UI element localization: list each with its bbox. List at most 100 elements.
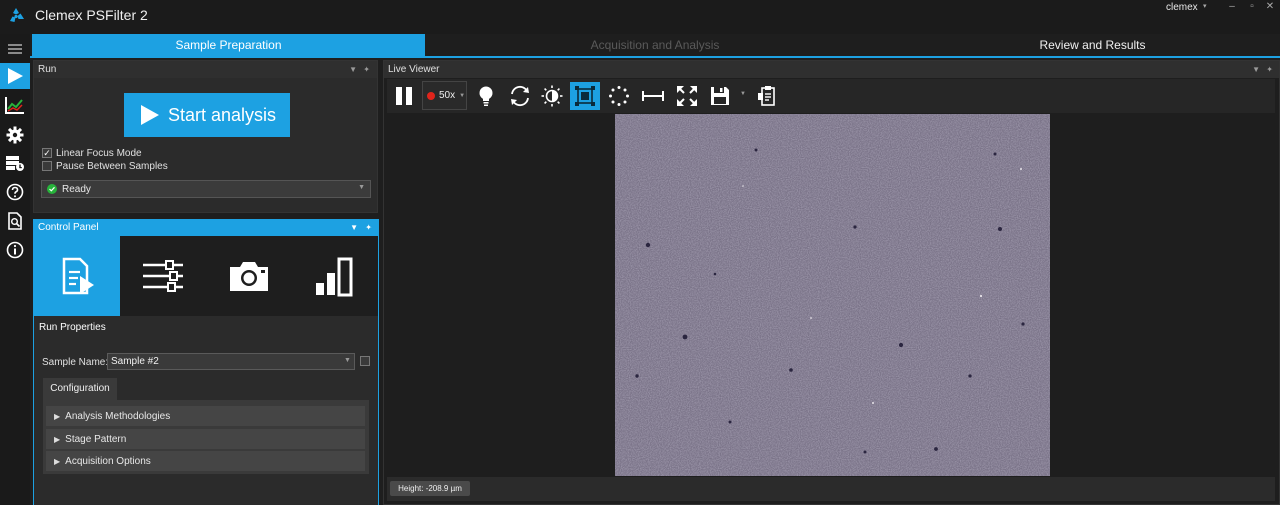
panel-dropdown-icon[interactable]: ▼ bbox=[350, 220, 358, 236]
rail-item-report[interactable] bbox=[0, 208, 30, 234]
title-bar: Clemex PSFilter 2 clemex ▾ – ▫ ✕ bbox=[0, 0, 1280, 34]
clipboard-button[interactable] bbox=[753, 82, 783, 110]
workflow-tabs: Sample Preparation Acquisition and Analy… bbox=[30, 34, 1280, 58]
fullscreen-icon bbox=[677, 86, 697, 106]
control-panel-title: Control Panel bbox=[38, 222, 99, 233]
save-icon bbox=[711, 87, 729, 105]
control-panel-icon-bar bbox=[34, 236, 378, 316]
tab-acquisition-and-analysis: Acquisition and Analysis bbox=[590, 38, 720, 52]
database-icon bbox=[6, 156, 24, 171]
refresh-button[interactable] bbox=[505, 82, 535, 110]
start-analysis-button[interactable]: Start analysis bbox=[124, 93, 290, 137]
rail-item-help[interactable] bbox=[0, 179, 30, 205]
help-icon bbox=[6, 183, 24, 201]
brightness-icon bbox=[541, 85, 563, 107]
chevron-down-icon[interactable]: ▼ bbox=[344, 357, 351, 364]
sample-name-label: Sample Name: bbox=[42, 357, 109, 368]
app-title: Clemex PSFilter 2 bbox=[35, 7, 148, 23]
crop-icon bbox=[575, 86, 595, 106]
tab-sample-preparation[interactable]: Sample Preparation bbox=[32, 34, 425, 56]
info-icon bbox=[6, 241, 24, 259]
tab-configuration[interactable]: Configuration bbox=[43, 378, 117, 400]
menu-button[interactable] bbox=[0, 36, 30, 62]
linear-focus-mode-label: Linear Focus Mode bbox=[56, 147, 142, 159]
sample-name-checkbox[interactable] bbox=[360, 356, 370, 366]
pause-between-samples-checkbox[interactable] bbox=[42, 161, 52, 171]
refresh-icon bbox=[511, 85, 529, 107]
record-dot-icon bbox=[427, 91, 435, 100]
panel-dropdown-icon[interactable]: ▼ bbox=[1252, 61, 1260, 78]
settings-sliders-icon bbox=[143, 260, 183, 292]
configuration-sections: ▶ Analysis Methodologies ▶ Stage Pattern… bbox=[43, 400, 369, 474]
magnification-select[interactable]: 50x ▼ bbox=[422, 81, 467, 110]
expand-arrow-icon: ▶ bbox=[54, 434, 61, 444]
section-analysis-methodologies[interactable]: ▶ Analysis Methodologies bbox=[46, 406, 365, 426]
left-navigation-rail bbox=[0, 34, 30, 505]
section-label: Analysis Methodologies bbox=[65, 410, 171, 422]
save-image-button[interactable] bbox=[705, 82, 735, 110]
live-viewer-toolbar: 50x ▼ ▼ bbox=[387, 79, 1275, 113]
run-status-label: Ready bbox=[62, 183, 91, 195]
play-icon bbox=[141, 105, 159, 125]
live-camera-image[interactable] bbox=[615, 114, 1050, 476]
panel-pin-icon[interactable]: ✦ bbox=[1266, 61, 1273, 78]
illumination-button[interactable] bbox=[471, 82, 501, 110]
camera-tab[interactable] bbox=[206, 236, 292, 316]
clemex-logo-icon bbox=[10, 8, 24, 22]
rail-item-info[interactable] bbox=[0, 237, 30, 263]
rail-item-settings[interactable] bbox=[0, 122, 30, 148]
panel-dropdown-icon[interactable]: ▼ bbox=[349, 61, 357, 78]
pause-button[interactable] bbox=[389, 82, 419, 110]
section-stage-pattern[interactable]: ▶ Stage Pattern bbox=[46, 429, 365, 449]
control-panel: Control Panel ▼ ✦ Run Properties Sample … bbox=[33, 219, 379, 505]
maximize-button[interactable]: ▫ bbox=[1244, 1, 1260, 12]
magnification-value: 50x bbox=[439, 90, 456, 101]
run-properties-tab[interactable] bbox=[34, 236, 120, 316]
linear-focus-mode-option[interactable]: ✓ Linear Focus Mode bbox=[42, 147, 142, 159]
clipboard-icon bbox=[758, 86, 775, 106]
chevron-down-icon: ▼ bbox=[358, 184, 365, 191]
user-menu-chevron-icon[interactable]: ▾ bbox=[1203, 2, 1207, 10]
run-status-select[interactable]: Ready ▼ bbox=[41, 180, 371, 198]
minimize-button[interactable]: – bbox=[1224, 1, 1240, 12]
menu-icon bbox=[8, 44, 22, 54]
panel-pin-icon[interactable]: ✦ bbox=[363, 61, 370, 78]
focus-button[interactable] bbox=[604, 82, 634, 110]
sample-name-input[interactable]: Sample #2 bbox=[107, 353, 355, 370]
live-viewer-title: Live Viewer bbox=[388, 64, 440, 75]
chevron-down-icon: ▼ bbox=[459, 92, 466, 99]
rail-item-results-chart[interactable] bbox=[0, 92, 30, 118]
run-properties-heading: Run Properties bbox=[39, 322, 106, 333]
expand-arrow-icon: ▶ bbox=[54, 411, 61, 421]
pause-between-samples-option[interactable]: Pause Between Samples bbox=[42, 160, 168, 172]
brightness-button[interactable] bbox=[537, 82, 567, 110]
live-viewer-header: Live Viewer ▼ ✦ bbox=[384, 61, 1279, 78]
measure-button[interactable] bbox=[638, 82, 668, 110]
lightbulb-icon bbox=[479, 86, 493, 106]
live-viewer-panel: Live Viewer ▼ ✦ 50x ▼ ▼ Height: -208.9 µ… bbox=[383, 60, 1280, 505]
section-label: Acquisition Options bbox=[65, 455, 151, 467]
report-icon bbox=[8, 212, 22, 230]
camera-icon bbox=[230, 262, 268, 291]
fullscreen-button[interactable] bbox=[672, 82, 702, 110]
bar-chart-icon bbox=[316, 257, 353, 297]
measure-icon bbox=[642, 91, 664, 101]
live-viewer-status-bar: Height: -208.9 µm bbox=[387, 477, 1275, 501]
rail-item-database[interactable] bbox=[0, 150, 30, 176]
region-select-button[interactable] bbox=[570, 82, 600, 110]
gear-icon bbox=[6, 126, 24, 144]
play-icon bbox=[8, 68, 23, 84]
pause-icon bbox=[396, 87, 412, 105]
linear-focus-mode-checkbox[interactable]: ✓ bbox=[42, 148, 52, 158]
user-name-menu[interactable]: clemex bbox=[1166, 2, 1198, 13]
focus-dots-icon bbox=[609, 86, 629, 106]
settings-tab[interactable] bbox=[120, 236, 206, 316]
close-button[interactable]: ✕ bbox=[1262, 1, 1278, 12]
panel-pin-icon[interactable]: ✦ bbox=[365, 220, 372, 236]
section-acquisition-options[interactable]: ▶ Acquisition Options bbox=[46, 451, 365, 471]
save-options-chevron-icon[interactable]: ▼ bbox=[740, 91, 746, 97]
run-panel: Run ▼ ✦ Start analysis ✓ Linear Focus Mo… bbox=[33, 60, 378, 213]
results-tab[interactable] bbox=[292, 236, 378, 316]
rail-item-run[interactable] bbox=[0, 63, 30, 89]
tab-review-and-results[interactable]: Review and Results bbox=[885, 34, 1280, 56]
